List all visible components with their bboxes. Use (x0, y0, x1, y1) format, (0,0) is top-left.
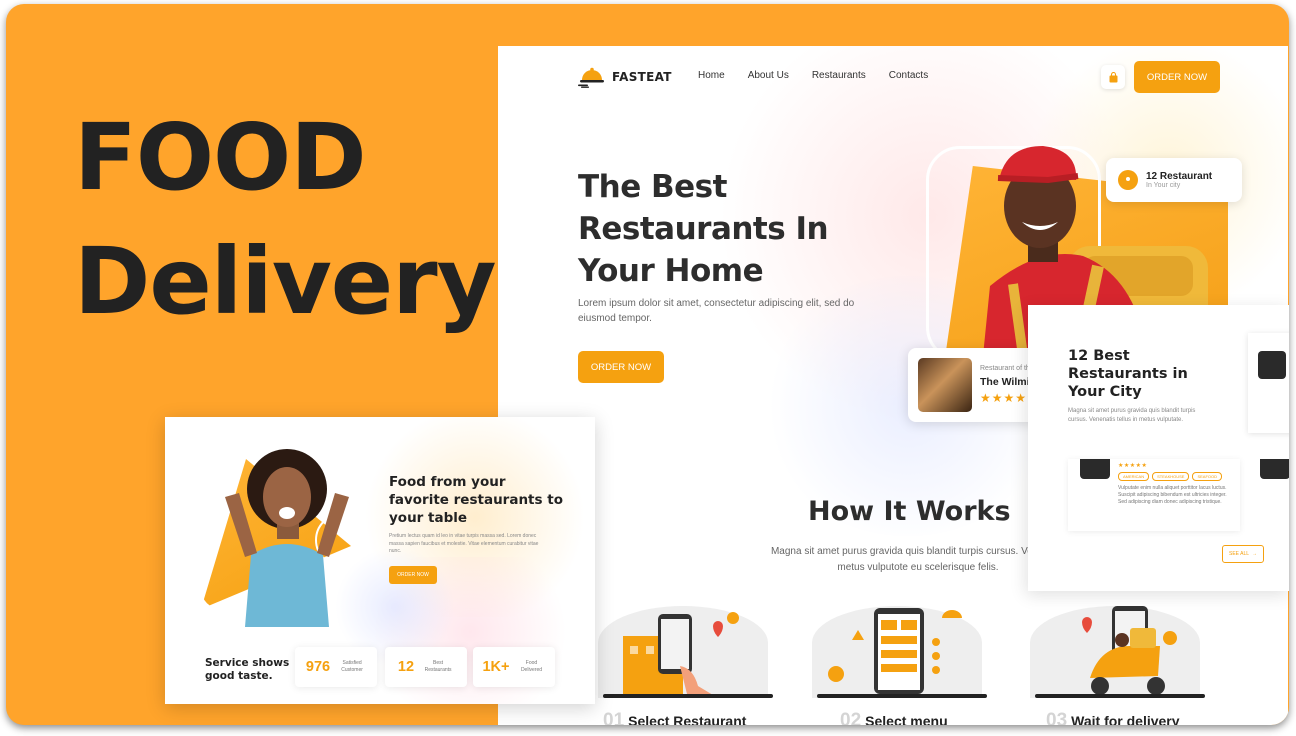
step-label: 02 Select menu (840, 710, 948, 725)
headline-line-1: The Best (578, 169, 727, 205)
badge-title: 12 Restaurant (1146, 171, 1213, 182)
badge-subtitle: In Your city (1146, 182, 1181, 189)
ground-line (603, 694, 773, 698)
nav-home[interactable]: Home (698, 70, 725, 81)
delivery-dome-icon (578, 67, 604, 88)
stat-value: 12 (397, 659, 415, 675)
lead-text: Lorem ipsum dolor sit amet, consectetur … (578, 298, 855, 324)
scooter-delivery-illustration (1082, 606, 1177, 695)
star-rating: ★★★★★ (1118, 463, 1148, 469)
order-now-button[interactable]: ORDER NOW (389, 566, 437, 584)
location-pin-icon (1118, 170, 1138, 190)
tag[interactable]: STEAKHOUSE (1152, 472, 1190, 481)
stat-value: 976 (305, 659, 331, 675)
see-all-label: SEE ALL (1228, 551, 1249, 557)
cart-button[interactable] (1101, 65, 1125, 89)
menu-phone-illustration (828, 608, 962, 694)
promo-banner: FOOD Delivery FASTEAT Home About Us Rest… (6, 4, 1289, 725)
page-headline: The Best Restaurants In Your Home (578, 166, 878, 292)
section-text: Pretium lectus quam id leo in vitae turp… (389, 533, 539, 554)
step-title: Select Restaurant (628, 713, 747, 725)
ground-line (1035, 694, 1205, 698)
step-label: 03 Wait for delivery (1046, 710, 1180, 725)
stat-label: Best Restaurants (424, 660, 452, 673)
nav-restaurants[interactable]: Restaurants (812, 70, 866, 81)
restaurant-logo (1258, 351, 1286, 379)
restaurants-section-mockup: 12 Best Restaurants in Your City Magna s… (1028, 305, 1289, 591)
happy-woman-photo (225, 449, 349, 627)
tag[interactable]: AMERICAN (1118, 472, 1150, 481)
stat-value: 1K+ (482, 659, 510, 675)
step-title: Select menu (865, 713, 948, 725)
cuisine-tags: AMERICAN STEAKHOUSE SEAFOOD (1118, 472, 1223, 481)
step-wait-for-delivery: 03 Wait for delivery (1030, 606, 1210, 725)
order-now-button[interactable]: ORDER NOW (1134, 61, 1220, 93)
hero-line-1: FOOD (74, 104, 367, 211)
step-number: 02 (840, 710, 862, 725)
restaurant-count-badge: 12 Restaurant In Your city (1106, 158, 1242, 202)
main-nav: Home About Us Restaurants Contacts (698, 70, 928, 81)
how-it-works-title: How It Works (808, 496, 1011, 527)
headline-line-2: Restaurants In (578, 211, 829, 247)
service-tagline: Service shows good taste. (205, 657, 290, 682)
restaurant-logo[interactable] (1260, 459, 1289, 479)
see-all-button[interactable]: SEE ALL → (1222, 545, 1264, 563)
shopping-bag-icon (1109, 71, 1117, 82)
phone-map-illustration (623, 612, 739, 698)
nav-contacts[interactable]: Contacts (889, 70, 928, 81)
step-number: 03 (1046, 710, 1068, 725)
restaurant-tile[interactable] (1248, 333, 1289, 433)
step-number: 01 (603, 710, 625, 725)
restaurant-logo (1080, 459, 1110, 479)
stat-food-delivered: 1K+ Food Delivered (473, 647, 555, 687)
hero-line-2: Delivery (74, 228, 497, 335)
section-title: Food from your favorite restaurants to y… (389, 474, 563, 526)
step-select-menu: 02 Select menu (812, 606, 992, 725)
step-label: 01 Select Restaurant (603, 710, 746, 725)
step-select-restaurant: 01 Select Restaurant (598, 606, 778, 725)
hero-title: FOOD Delivery (74, 96, 497, 344)
order-now-cta[interactable]: ORDER NOW (578, 351, 664, 383)
secondary-landing-mockup: Food from your favorite restaurants to y… (165, 417, 595, 704)
restaurant-photo (918, 358, 972, 412)
nav-about-us[interactable]: About Us (748, 70, 789, 81)
brand-name: FASTEAT (612, 70, 672, 84)
stat-label: Food Delivered (520, 660, 543, 673)
stat-satisfied-customer: 976 Satisfied Customer (295, 647, 377, 687)
ground-line (817, 694, 987, 698)
arrow-right-icon: → (1252, 551, 1257, 557)
brand-logo[interactable]: FASTEAT (578, 66, 672, 88)
restaurant-review-card[interactable]: ★★★★★ AMERICAN STEAKHOUSE SEAFOOD Vulput… (1068, 459, 1240, 531)
stat-best-restaurants: 12 Best Restaurants (385, 647, 467, 687)
tag[interactable]: SEAFOOD (1192, 472, 1223, 481)
section-title: 12 Best Restaurants in Your City (1068, 348, 1188, 400)
stat-label: Satisfied Customer (341, 660, 363, 673)
restaurant-card-subtitle: Restaurant of th (980, 365, 1030, 372)
section-text: Magna sit amet purus gravida quis blandi… (1068, 408, 1196, 423)
step-title: Wait for delivery (1071, 713, 1180, 725)
headline-line-3: Your Home (578, 253, 764, 289)
review-text: Vulputate enim nulla aliquet porttitor l… (1118, 485, 1227, 505)
